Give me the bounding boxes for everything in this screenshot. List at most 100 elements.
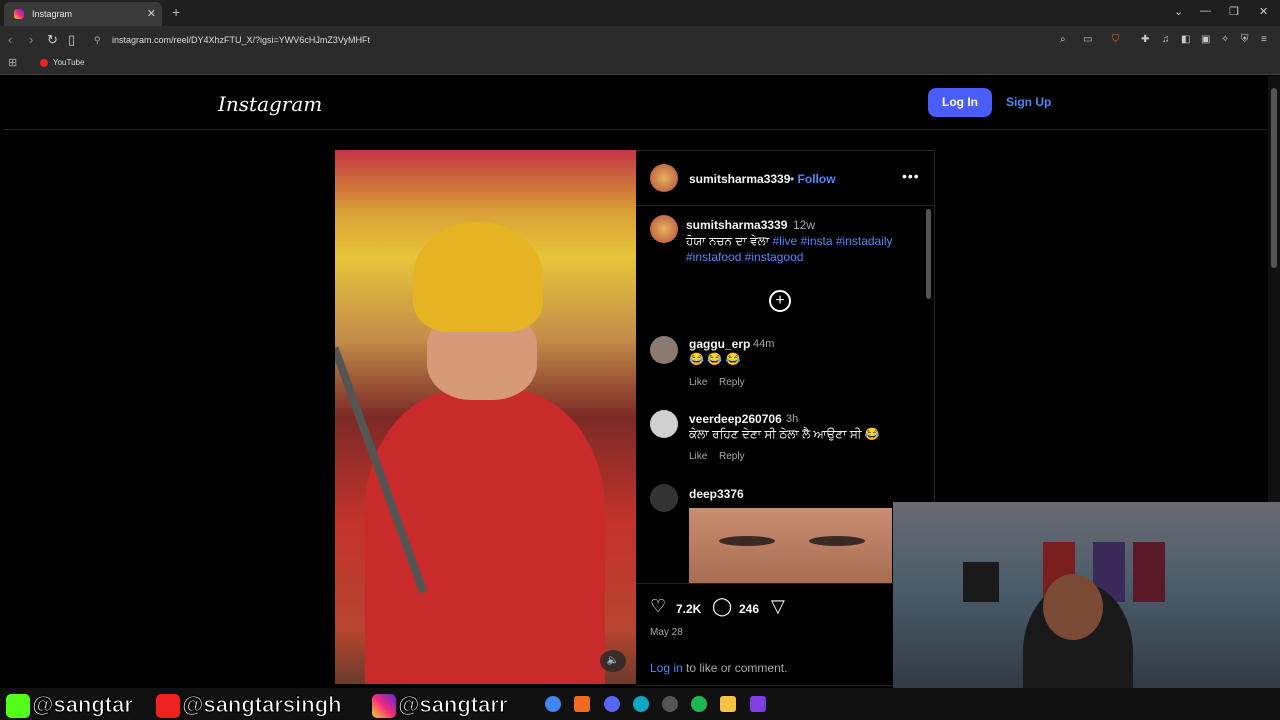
comment-like-button[interactable]: Like: [689, 377, 707, 388]
url-text: instagram.com/reel/DY4XhzFTU_X/?igsi=YWV…: [112, 35, 370, 45]
instagram-favicon-icon: [14, 9, 24, 19]
bookmark-youtube-label: YouTube: [53, 58, 85, 67]
edge-icon[interactable]: [633, 696, 649, 712]
follow-separator: •: [790, 172, 795, 186]
kick-handle-text: @sangtar: [32, 692, 134, 718]
caption-avatar[interactable]: [650, 215, 678, 243]
instagram-handle: @sangtarr: [372, 692, 508, 719]
comment-text: 😂 😂 😂: [689, 352, 741, 366]
wall-frame: [963, 562, 999, 602]
media-icon[interactable]: ♫: [1162, 34, 1170, 45]
youtube-handle: @sangtarsingh: [156, 692, 343, 719]
comments-scrollbar[interactable]: [926, 209, 931, 299]
restore-icon[interactable]: ❐: [1229, 5, 1239, 18]
reload-icon[interactable]: ↻: [47, 32, 58, 48]
comment-username[interactable]: gaggu_erp: [689, 337, 750, 351]
forward-icon[interactable]: ›: [29, 32, 33, 47]
like-icon[interactable]: ♡: [650, 596, 666, 617]
image-eye-right: [809, 536, 865, 546]
tab-search-icon[interactable]: ⌄: [1174, 5, 1183, 18]
cast-icon[interactable]: ▭: [1083, 34, 1092, 45]
scrollbar-thumb[interactable]: [1271, 88, 1277, 268]
comment-time: 44m: [753, 338, 775, 350]
caption-body: ਹੋਯਾ ਨਚਨ ਦਾ ਵੇਲਾ: [686, 234, 770, 248]
vpn-icon[interactable]: ⛨: [1241, 34, 1249, 45]
sidebar-icon[interactable]: ◧: [1181, 34, 1190, 45]
comment-reply-button[interactable]: Reply: [719, 451, 745, 462]
extensions-icon[interactable]: ✚: [1141, 34, 1149, 45]
tab-title: Instagram: [32, 9, 73, 19]
comment-like-button[interactable]: Like: [689, 451, 707, 462]
zoom-icon[interactable]: ⌕: [1060, 34, 1066, 45]
youtube-logo-icon: [156, 694, 180, 719]
back-icon[interactable]: ‹: [8, 32, 12, 47]
instagram-handle-text: @sangtarr: [397, 692, 508, 718]
brave-shield-icon[interactable]: ⛉: [1112, 34, 1120, 45]
wallet-icon[interactable]: ▣: [1201, 34, 1210, 45]
comment-reply-button[interactable]: Reply: [719, 377, 745, 388]
comment-text: ਕੇਲਾ ਰਹਿਣ ਦੇਣਾ ਸੀ ਠੇਲਾ ਲੈ ਆਉਣਾ ਸੀ 😂: [689, 427, 880, 441]
app-icon[interactable]: [750, 696, 766, 712]
like-count: 7.2K: [676, 602, 702, 616]
wall-poster: [1133, 542, 1165, 602]
post-actions: ♡ 7.2K ◯ 246 ▽ May 28 Log in to like or …: [636, 583, 934, 686]
settings-icon[interactable]: [662, 696, 678, 712]
signup-link[interactable]: Sign Up: [1006, 95, 1051, 109]
caption-time: 12w: [793, 218, 816, 232]
instagram-logo-icon: [372, 694, 396, 719]
comment-icon[interactable]: ◯: [712, 596, 732, 617]
youtube-handle-text: @sangtarsingh: [182, 692, 343, 718]
load-more-comments-icon[interactable]: +: [769, 290, 791, 312]
post-panel: sumitsharma3339 • Follow ••• sumitsharma…: [636, 150, 935, 686]
login-prompt-link[interactable]: Log in: [650, 661, 683, 675]
tab-instagram[interactable]: Instagram ✕: [4, 2, 162, 26]
reel-video[interactable]: [335, 150, 636, 684]
post-date: May 28: [650, 627, 683, 638]
file-explorer-icon[interactable]: [720, 696, 736, 712]
apps-grid-icon[interactable]: ⊞: [8, 56, 17, 69]
mute-toggle-icon[interactable]: 🔈: [600, 650, 626, 672]
new-tab-button[interactable]: +: [172, 4, 180, 20]
comment-image: [689, 508, 892, 584]
comment-avatar[interactable]: [650, 336, 678, 364]
kick-icon: [6, 694, 30, 719]
site-info-icon[interactable]: ⚲: [94, 30, 104, 50]
comment-username[interactable]: veerdeep260706: [689, 412, 782, 426]
youtube-icon: [40, 58, 48, 67]
comment-avatar[interactable]: [650, 410, 678, 438]
post-header: sumitsharma3339 • Follow •••: [636, 151, 934, 206]
bookmark-youtube[interactable]: YouTube: [40, 58, 84, 67]
author-avatar[interactable]: [650, 164, 678, 192]
stream-overlay-bar: @sangtar @sangtarsingh @sangtarr: [0, 688, 1280, 720]
tab-close-icon[interactable]: ✕: [147, 7, 156, 20]
leo-ai-icon[interactable]: ✧: [1221, 34, 1229, 45]
login-button[interactable]: Log In: [928, 88, 992, 117]
minimize-icon[interactable]: —: [1200, 5, 1211, 17]
address-bar-row: ‹ › ↻ ▯ ⚲ instagram.com/reel/DY4XhzFTU_X/…: [0, 26, 1280, 54]
login-prompt: Log in to like or comment.: [650, 661, 787, 675]
menu-icon[interactable]: ≡: [1261, 34, 1267, 45]
login-prompt-text: to like or comment.: [682, 661, 788, 675]
instagram-logo[interactable]: Instagram: [218, 92, 322, 116]
discord-icon[interactable]: [604, 696, 620, 712]
instagram-header: Instagram Log In Sign Up: [3, 76, 1267, 130]
spotify-icon[interactable]: [691, 696, 707, 712]
more-options-icon[interactable]: •••: [902, 168, 920, 184]
caption-username[interactable]: sumitsharma3339: [686, 218, 787, 232]
comment-time: 3h: [786, 413, 799, 425]
brave-icon[interactable]: [574, 696, 590, 712]
comment-avatar[interactable]: [650, 484, 678, 512]
kick-handle: @sangtar: [6, 692, 134, 719]
browser-tab-bar: Instagram ✕ + ⌄ — ❐ ✕: [0, 0, 1280, 26]
chrome-icon[interactable]: [545, 696, 561, 712]
comment-count: 246: [739, 602, 760, 616]
share-icon[interactable]: ▽: [771, 596, 785, 617]
comment-username[interactable]: deep3376: [689, 487, 744, 501]
bookmark-icon[interactable]: ▯: [68, 32, 75, 48]
follow-link[interactable]: • Follow: [790, 172, 836, 186]
url-field[interactable]: ⚲ instagram.com/reel/DY4XhzFTU_X/?igsi=YW…: [90, 30, 1130, 50]
video-cap: [413, 222, 543, 332]
close-window-icon[interactable]: ✕: [1259, 5, 1268, 18]
author-username[interactable]: sumitsharma3339: [689, 172, 790, 186]
caption-text: ਹੋਯਾ ਨਚਨ ਦਾ ਵੇਲਾ #live #insta #instadail…: [686, 233, 912, 265]
